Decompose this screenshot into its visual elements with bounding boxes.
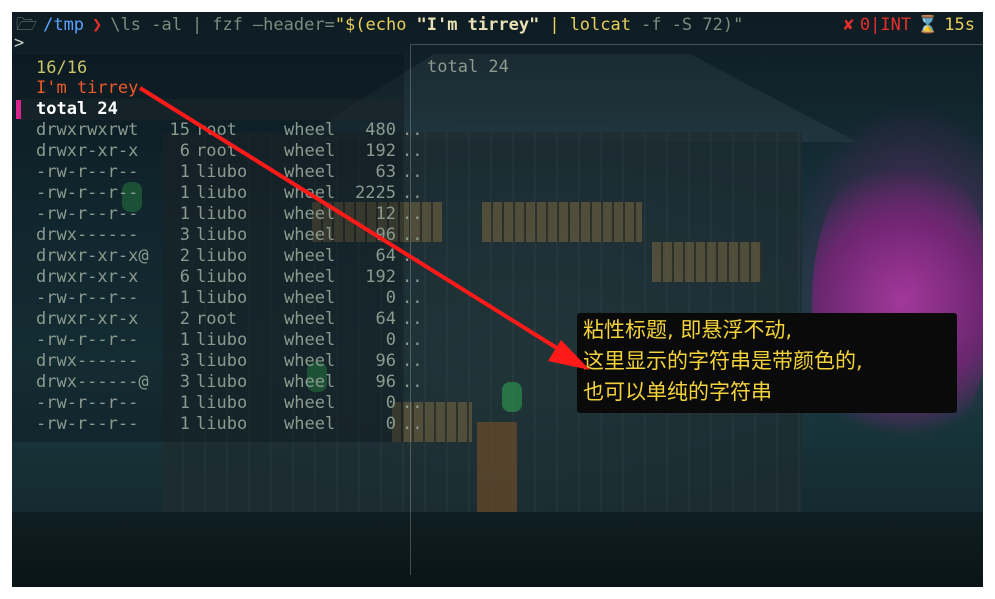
arrow-shaft [138,86,562,352]
annotation-arrow-icon [138,86,590,370]
